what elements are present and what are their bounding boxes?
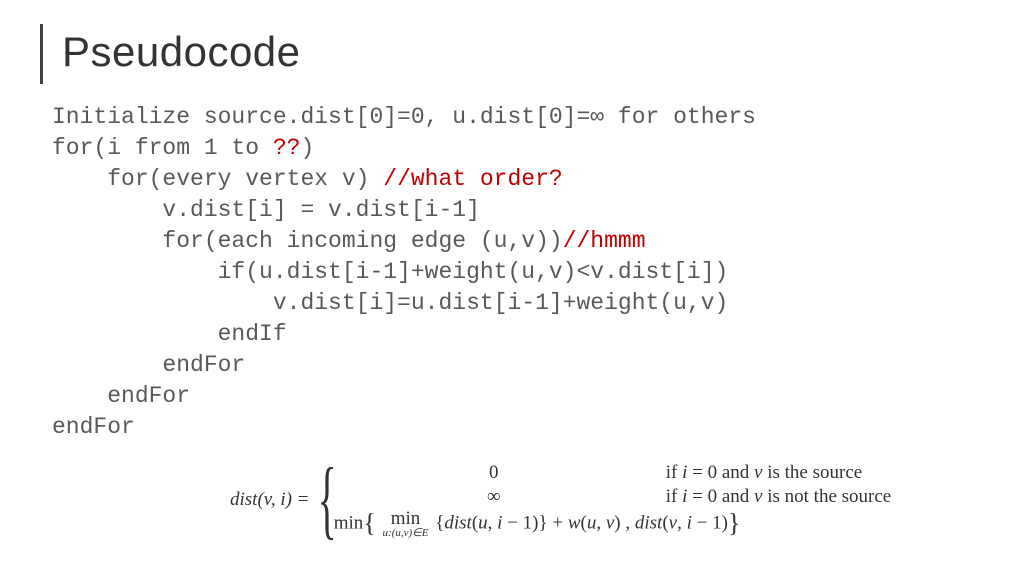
page-title: Pseudocode xyxy=(52,28,996,76)
formula-lhs: dist(v, i) = xyxy=(230,489,316,511)
code-line-2: for(i from 1 to ??) xyxy=(52,135,314,161)
case-2: ∞ if i = 0 and v is not the source xyxy=(334,486,892,508)
case-1-value: 0 xyxy=(334,462,654,484)
comment-order: //what order? xyxy=(383,166,562,192)
code-line-3: for(every vertex v) //what order? xyxy=(52,166,563,192)
code-line-5: for(each incoming edge (u,v))//hmmm xyxy=(52,228,646,254)
brace-icon: { xyxy=(317,467,336,533)
recurrence-formula: dist(v, i) = { 0 if i = 0 and v is the s… xyxy=(230,462,891,538)
case-2-condition: if i = 0 and v is not the source xyxy=(654,486,892,508)
slide: Pseudocode Initialize source.dist[0]=0, … xyxy=(0,0,1024,576)
code-line-9: endFor xyxy=(52,352,245,378)
code-line-1: Initialize source.dist[0]=0, u.dist[0]=∞… xyxy=(52,104,756,130)
formula-cases: 0 if i = 0 and v is the source ∞ if i = … xyxy=(334,462,892,538)
code-line-6: if(u.dist[i-1]+weight(u,v)<v.dist[i]) xyxy=(52,259,728,285)
comment-hmmm: //hmmm xyxy=(563,228,646,254)
code-line-7: v.dist[i]=u.dist[i-1]+weight(u,v) xyxy=(52,290,728,316)
case-1: 0 if i = 0 and v is the source xyxy=(334,462,892,484)
title-accent-bar xyxy=(40,24,43,84)
placeholder-iterations: ?? xyxy=(273,135,301,161)
case-1-condition: if i = 0 and v is the source xyxy=(654,462,862,484)
case-3: min{ min u:(u,v)∈E {dist(u, i − 1)} + w(… xyxy=(334,510,892,538)
code-line-4: v.dist[i] = v.dist[i-1] xyxy=(52,197,480,223)
code-line-8: endIf xyxy=(52,321,287,347)
case-3-value: min{ min u:(u,v)∈E {dist(u, i − 1)} + w(… xyxy=(334,510,741,538)
case-2-value: ∞ xyxy=(334,486,654,508)
code-line-11: endFor xyxy=(52,414,135,440)
inner-min: min u:(u,v)∈E xyxy=(383,510,429,538)
code-line-10: endFor xyxy=(52,383,190,409)
pseudocode-block: Initialize source.dist[0]=0, u.dist[0]=∞… xyxy=(52,102,996,444)
